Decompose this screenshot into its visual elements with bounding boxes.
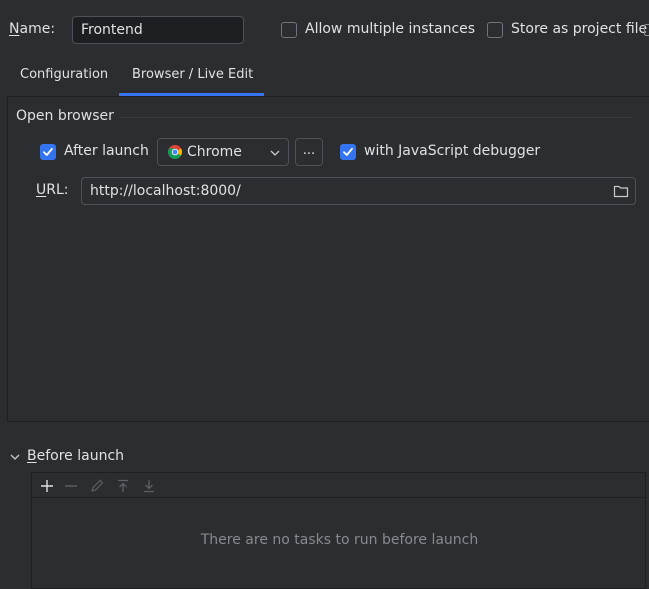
browser-select-value: Chrome [187, 144, 242, 160]
remove-icon[interactable] [61, 476, 81, 496]
url-value: http://localhost:8000/ [90, 183, 241, 199]
empty-tasks-message: There are no tasks to run before launch [200, 532, 479, 548]
browser-settings-button[interactable]: ... [295, 138, 323, 166]
before-launch-task-list: There are no tasks to run before launch [31, 497, 646, 589]
collapse-chevron-icon[interactable] [10, 453, 20, 461]
move-down-icon[interactable] [139, 476, 159, 496]
js-debugger-label: with JavaScript debugger [364, 143, 541, 159]
store-as-project-file-checkbox[interactable] [487, 22, 503, 38]
check-icon [43, 147, 53, 156]
js-debugger-checkbox[interactable] [340, 144, 356, 160]
name-input[interactable] [72, 16, 244, 44]
tab-browser-live-edit[interactable]: Browser / Live Edit [132, 67, 253, 82]
store-as-project-file-label: Store as project file [511, 21, 648, 37]
open-browser-title: Open browser [16, 108, 114, 124]
allow-multiple-instances-checkbox[interactable] [281, 22, 297, 38]
edit-icon[interactable] [87, 476, 107, 496]
check-icon [343, 147, 353, 156]
url-input[interactable]: http://localhost:8000/ [81, 177, 636, 205]
chevron-down-icon [270, 150, 280, 156]
folder-icon[interactable] [613, 184, 629, 198]
chrome-icon [168, 145, 182, 159]
after-launch-label: After launch [64, 143, 149, 159]
move-up-icon[interactable] [113, 476, 133, 496]
tab-configuration[interactable]: Configuration [20, 67, 108, 82]
name-label: Name: [9, 21, 56, 37]
before-launch-toolbar [31, 472, 646, 498]
add-icon[interactable] [37, 476, 57, 496]
before-launch-title[interactable]: Before launch [27, 448, 124, 464]
allow-multiple-instances-label: Allow multiple instances [305, 21, 476, 37]
group-separator [120, 117, 632, 118]
share-icon[interactable] [644, 24, 649, 36]
after-launch-checkbox[interactable] [40, 144, 56, 160]
url-label: URL: [36, 182, 69, 198]
browser-select[interactable]: Chrome [157, 138, 289, 166]
